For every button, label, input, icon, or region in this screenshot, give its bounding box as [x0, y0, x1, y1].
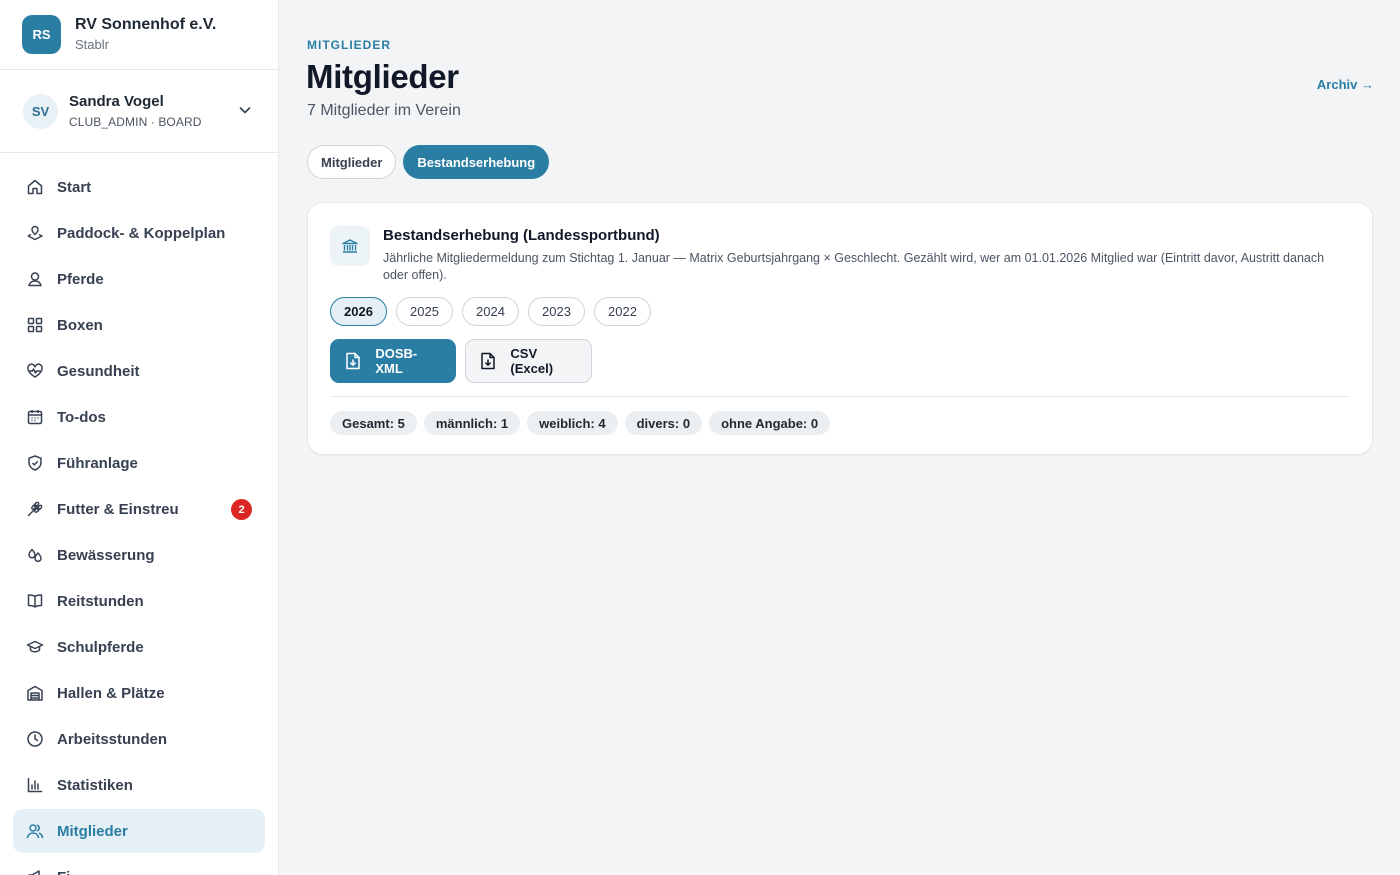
sidebar-item-label: Paddock- & Koppelplan [57, 224, 226, 242]
file-download-icon [344, 352, 361, 370]
sidebar-item-label: Start [57, 178, 92, 196]
year-chip-2025[interactable]: 2025 [396, 297, 453, 326]
bestandserhebung-card: Bestandserhebung (Landessportbund) Jährl… [307, 202, 1373, 455]
heart-pulse-icon [25, 361, 45, 381]
avatar: SV [23, 93, 58, 129]
sidebar-nav: Start Paddock- & Koppelplan Pferde Boxen… [0, 153, 278, 875]
book-icon [25, 591, 45, 611]
dosb-xml-button[interactable]: DOSB-XML [330, 339, 456, 383]
sidebar-item-label: Gesundheit [57, 362, 140, 380]
warehouse-icon [25, 683, 45, 703]
sidebar-item-label: Hallen & Plätze [57, 684, 165, 702]
dosb-xml-label: DOSB-XML [375, 346, 418, 376]
stat-weiblich: weiblich: 4 [527, 411, 618, 435]
sidebar-item-mitglieder[interactable]: Mitglieder [13, 809, 265, 853]
shield-icon [25, 453, 45, 473]
sidebar-item-fuehranlage[interactable]: Führanlage [13, 441, 265, 485]
tab-bestandserhebung[interactable]: Bestandserhebung [403, 145, 550, 179]
sidebar-item-label: To-dos [57, 408, 106, 426]
sidebar-item-label: Boxen [57, 316, 103, 334]
map-pin-icon [25, 223, 45, 243]
sidebar-item-label: Fi [57, 869, 70, 875]
sidebar-item-label: Reitstunden [57, 592, 144, 610]
megaphone-icon [25, 867, 45, 875]
grid-icon [25, 315, 45, 335]
club-logo: RS [22, 15, 61, 54]
stat-maennlich: männlich: 1 [423, 411, 521, 435]
page-eyebrow: MITGLIEDER [307, 38, 391, 52]
tab-mitglieder[interactable]: Mitglieder [307, 145, 397, 179]
chevron-down-icon[interactable] [238, 103, 252, 117]
bar-chart-icon [25, 775, 45, 795]
sidebar-item-reitstunden[interactable]: Reitstunden [13, 579, 265, 623]
droplets-icon [25, 545, 45, 565]
sidebar-item-pferde[interactable]: Pferde [13, 257, 265, 301]
sidebar-item-label: Schulpferde [57, 638, 144, 656]
sidebar-item-label: Pferde [57, 270, 104, 288]
year-chip-2024[interactable]: 2024 [462, 297, 519, 326]
stat-divers: divers: 0 [624, 411, 703, 435]
graduation-cap-icon [25, 637, 45, 657]
clock-icon [25, 729, 45, 749]
tab-bar: Mitglieder Bestandserhebung [307, 145, 550, 179]
sidebar-item-boxen[interactable]: Boxen [13, 303, 265, 347]
sidebar-item-label: Arbeitsstunden [57, 730, 168, 748]
user-role: CLUB_ADMIN · BOARD [69, 115, 202, 129]
sidebar-item-label: Bewässerung [57, 546, 155, 564]
export-actions: DOSB-XML CSV (Excel) [330, 339, 592, 383]
app-name: Stablr [75, 37, 109, 52]
sidebar-item-start[interactable]: Start [13, 165, 265, 209]
stat-gesamt: Gesamt: 5 [330, 411, 417, 435]
year-chip-2026[interactable]: 2026 [330, 297, 387, 326]
card-description: Jährliche Mitgliedermeldung zum Stichtag… [383, 251, 1325, 282]
home-icon [25, 177, 45, 197]
sidebar-item-hallen[interactable]: Hallen & Plätze [13, 671, 265, 715]
wheat-icon [25, 499, 45, 519]
stat-ohne-angabe: ohne Angabe: 0 [709, 411, 831, 435]
sidebar-item-bewaesserung[interactable]: Bewässerung [13, 533, 265, 577]
sidebar-item-schulpferde[interactable]: Schulpferde [13, 625, 265, 669]
horse-icon [25, 269, 45, 289]
sidebar-item-arbeitsstunden[interactable]: Arbeitsstunden [13, 717, 265, 761]
sidebar-item-label: Statistiken [57, 776, 133, 794]
sidebar-item-fi[interactable]: Fi [13, 855, 265, 875]
stats-row: Gesamt: 5 männlich: 1 weiblich: 4 divers… [330, 411, 831, 435]
year-chip-2023[interactable]: 2023 [528, 297, 585, 326]
sidebar-item-futter[interactable]: Futter & Einstreu 2 [13, 487, 265, 531]
sidebar-item-gesundheit[interactable]: Gesundheit [13, 349, 265, 393]
sidebar-item-label: Mitglieder [57, 822, 128, 840]
sidebar: RS RV Sonnenhof e.V. Stablr SV Sandra Vo… [0, 0, 279, 875]
archive-link[interactable]: Archiv → [1317, 77, 1374, 92]
club-header[interactable]: RS RV Sonnenhof e.V. Stablr [0, 0, 278, 70]
csv-excel-button[interactable]: CSV (Excel) [465, 339, 592, 383]
sidebar-item-label: Futter & Einstreu [57, 500, 179, 518]
notification-badge: 2 [231, 499, 252, 520]
sidebar-item-paddock[interactable]: Paddock- & Koppelplan [13, 211, 265, 255]
users-icon [25, 821, 45, 841]
csv-excel-label: CSV (Excel) [510, 346, 554, 376]
user-name: Sandra Vogel [69, 93, 164, 110]
year-selector: 2026 2025 2024 2023 2022 [330, 297, 651, 326]
user-switcher[interactable]: SV Sandra Vogel CLUB_ADMIN · BOARD [0, 70, 278, 153]
page-title: Mitglieder [306, 58, 459, 95]
page-subtitle: 7 Mitglieder im Verein [307, 102, 461, 119]
bank-icon [330, 226, 370, 266]
club-name: RV Sonnenhof e.V. [75, 16, 217, 33]
sidebar-item-statistiken[interactable]: Statistiken [13, 763, 265, 807]
file-download-icon [480, 352, 496, 370]
main-content: MITGLIEDER Mitglieder 7 Mitglieder im Ve… [280, 0, 1400, 875]
card-title: Bestandserhebung (Landessportbund) [383, 227, 660, 244]
divider [330, 396, 1350, 397]
calendar-icon [25, 407, 45, 427]
year-chip-2022[interactable]: 2022 [594, 297, 651, 326]
sidebar-item-todos[interactable]: To-dos [13, 395, 265, 439]
sidebar-item-label: Führanlage [57, 454, 138, 472]
